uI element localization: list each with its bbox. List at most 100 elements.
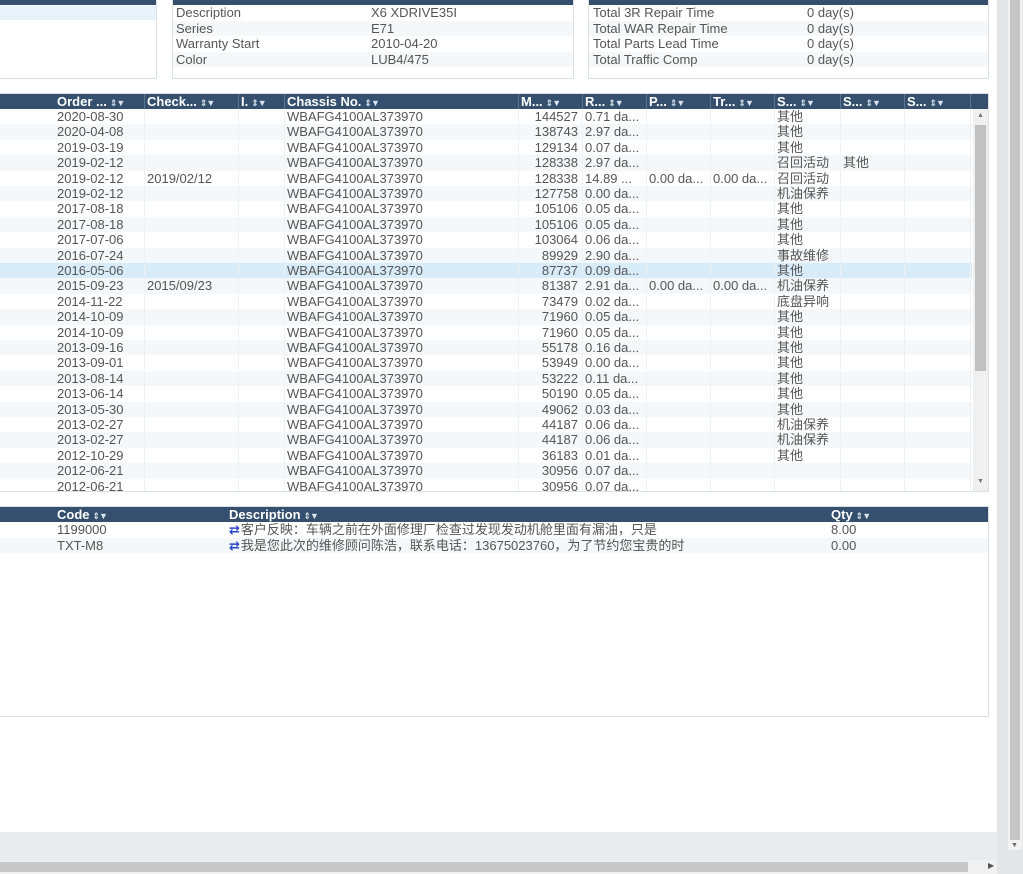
table-cell: WBAFG4100AL373970 [285,417,519,432]
page-horizontal-scrollbar[interactable]: ▶ [0,860,997,874]
column-header-2[interactable]: I. ⇕▼ [239,94,285,109]
table-row[interactable]: 2013-02-27 WBAFG4100AL373970 44187 0.06 da.… [0,417,972,432]
swap-arrows-icon[interactable]: ⇄ [229,538,240,553]
sort-filter-icon[interactable]: ⇕▼ [110,96,125,109]
table-row[interactable]: 2017-08-18 WBAFG4100AL373970 105106 0.05 da… [0,216,972,233]
table-row[interactable]: 2017-08-18 WBAFG4100AL373970 105106 0.05 da… [0,201,972,217]
table-row[interactable]: 2013-06-14 WBAFG4100AL373970 50190 0.05 da.… [0,386,972,402]
table-row[interactable]: 2015-09-23 2015/09/23 WBAFG4100AL373970 813… [0,278,972,294]
table-row[interactable]: 2014-10-09 WBAFG4100AL373970 71960 0.05 da.… [0,309,972,325]
table-cell [145,247,239,263]
detail-cell: 1199000 [57,522,107,537]
sort-filter-icon[interactable]: ⇕▼ [800,96,815,109]
sort-filter-icon[interactable]: ⇕▼ [738,96,753,109]
column-header-7[interactable]: Tr... ⇕▼ [711,94,775,109]
detail-row[interactable]: 1199000 ⇄客户反映：车辆之前在外面修理厂检查过发现发动机舱里面有漏油，只是… [0,522,988,538]
swap-arrows-icon[interactable]: ⇄ [229,522,240,537]
table-cell: WBAFG4100AL373970 [285,401,519,417]
table-cell [145,478,239,491]
vehicle-field: Color LUB4/475 [173,51,573,67]
scroll-right-icon[interactable]: ▶ [988,861,994,870]
table-row[interactable]: 2013-09-16 WBAFG4100AL373970 55178 0.16 da.… [0,340,972,356]
table-row[interactable]: 2019-02-12 WBAFG4100AL373970 127758 0.00 da… [0,186,972,202]
scrollbar-thumb[interactable] [0,862,968,872]
page-vertical-scrollbar[interactable]: ▼ [1008,0,1022,850]
table-row[interactable]: 2013-09-01 WBAFG4100AL373970 53949 0.00 da.… [0,355,972,371]
table-cell: WBAFG4100AL373970 [285,432,519,448]
table-row[interactable]: 2019-03-19 WBAFG4100AL373970 129134 0.07 da… [0,139,972,155]
table-cell [647,109,711,124]
table-cell: WBAFG4100AL373970 [285,478,519,491]
table-cell: 2015/09/23 [145,278,239,294]
table-row[interactable]: 2019-02-12 WBAFG4100AL373970 128338 2.97 da… [0,155,972,171]
sort-filter-icon[interactable]: ⇕▼ [364,96,379,109]
total-field-label: Total Traffic Comp [593,51,698,67]
table-row[interactable]: 2012-06-21 WBAFG4100AL373970 30956 0.07 da.… [0,463,972,479]
table-cell [711,139,775,155]
details-column-header-0[interactable]: Code ⇕▼ [55,507,108,522]
column-header-6[interactable]: P... ⇕▼ [647,94,711,109]
table-row[interactable]: 2012-06-21 WBAFG4100AL373970 30956 0.07 da.… [0,478,972,491]
table-cell: 105106 [519,216,583,232]
table-row[interactable]: 2012-10-29 WBAFG4100AL373970 36183 0.01 da.… [0,447,972,463]
sort-filter-icon[interactable]: ⇕▼ [866,96,881,109]
table-row[interactable]: 2013-05-30 WBAFG4100AL373970 49062 0.03 da.… [0,401,972,417]
sort-filter-icon[interactable]: ⇕▼ [200,96,215,109]
table-cell: 36183 [519,447,583,463]
table-cell: 50190 [519,386,583,402]
table-cell: 2019-03-19 [55,139,145,155]
table-cell [711,355,775,371]
details-column-header-2[interactable]: Qty ⇕▼ [829,507,871,522]
column-header-1[interactable]: Check... ⇕▼ [145,94,239,109]
sort-filter-icon[interactable]: ⇕▼ [546,96,561,109]
table-row[interactable]: 2013-02-27 WBAFG4100AL373970 44187 0.06 da.… [0,432,972,448]
table-cell [841,340,905,355]
scroll-down-icon[interactable]: ▼ [977,478,984,485]
scroll-up-icon[interactable]: ▲ [977,112,984,119]
table-cell: WBAFG4100AL373970 [285,447,519,463]
table-row[interactable]: 2020-04-08 WBAFG4100AL373970 138743 2.97 da… [0,124,972,140]
table-row[interactable]: 2020-08-30 WBAFG4100AL373970 144527 0.71 da… [0,109,972,124]
column-header-4[interactable]: M... ⇕▼ [519,94,583,109]
table-cell: WBAFG4100AL373970 [285,186,519,201]
table-cell: WBAFG4100AL373970 [285,201,519,217]
column-header-10[interactable]: S... ⇕▼ [905,94,971,109]
column-header-0[interactable]: Order ... ⇕▼ [55,94,145,109]
table-row[interactable]: 2019-02-12 2019/02/12 WBAFG4100AL373970 128… [0,170,972,186]
selected-list-item[interactable] [0,6,156,20]
column-header-8[interactable]: S... ⇕▼ [775,94,841,109]
table-row[interactable]: 2016-07-24 WBAFG4100AL373970 89929 2.90 da.… [0,247,972,263]
table-cell [711,417,775,432]
sort-filter-icon[interactable]: ⇕▼ [251,96,266,109]
table-cell [145,386,239,402]
detail-row[interactable]: TXT-M8 ⇄我是您此次的维修顾问陈浩，联系电话：13675023760，为了节… [0,537,988,553]
table-cell: 0.03 da... [583,401,647,417]
table-cell: 138743 [519,124,583,140]
orders-grid-scrollbar[interactable]: ▲ ▼ [973,109,988,491]
detail-cell: 8.00 [831,522,857,537]
column-header-5[interactable]: R... ⇕▼ [583,94,647,109]
table-cell: WBAFG4100AL373970 [285,155,519,171]
repair-orders-grid: Order ... ⇕▼ Check... ⇕▼ I. ⇕▼ Chassis No. ⇕▼ M.… [0,93,989,492]
scroll-down-icon[interactable]: ▼ [1011,842,1018,849]
table-row[interactable]: 2016-05-06 WBAFG4100AL373970 87737 0.09 da.… [0,263,972,279]
scrollbar-thumb[interactable] [1010,0,1020,840]
table-cell [711,309,775,325]
table-cell: 0.05 da... [583,324,647,340]
scrollbar-thumb[interactable] [975,125,986,371]
vehicle-field-value: 2010-04-20 [371,36,438,51]
table-cell [711,370,775,386]
column-header-9[interactable]: S... ⇕▼ [841,94,905,109]
details-column-header-1[interactable]: Description ⇕▼ [227,507,319,522]
table-cell: 89929 [519,247,583,263]
table-row[interactable]: 2013-08-14 WBAFG4100AL373970 53222 0.11 da.… [0,370,972,387]
column-header-3[interactable]: Chassis No. ⇕▼ [285,94,519,109]
sort-filter-icon[interactable]: ⇕▼ [608,96,623,109]
table-row[interactable]: 2017-07-06 WBAFG4100AL373970 103064 0.06 da… [0,232,972,248]
sort-filter-icon[interactable]: ⇕▼ [670,96,685,109]
table-row[interactable]: 2014-10-09 WBAFG4100AL373970 71960 0.05 da.… [0,324,972,340]
sort-filter-icon[interactable]: ⇕▼ [930,96,945,109]
table-row[interactable]: 2014-11-22 WBAFG4100AL373970 73479 0.02 da.… [0,293,972,309]
table-cell [239,186,285,201]
table-cell [239,109,285,124]
